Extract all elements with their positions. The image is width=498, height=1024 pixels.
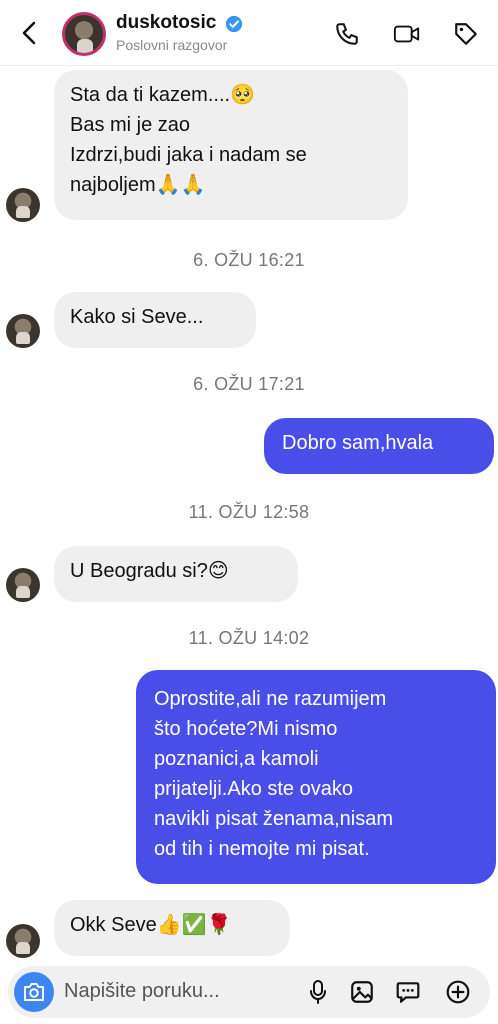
chevron-left-icon: [22, 21, 36, 45]
message-line: prijatelji.Ako ste ovako: [154, 778, 353, 800]
message-line: Sta da ti kazem....🥺: [70, 84, 255, 106]
message-line: Bas mi je zao: [70, 114, 191, 136]
message-timestamp: 6. OŽU 17:21: [193, 374, 305, 394]
plus-circle-icon: [446, 980, 470, 1004]
video-camera-icon: [393, 25, 420, 43]
tag-icon: [455, 23, 477, 45]
sender-avatar[interactable]: [6, 314, 40, 348]
chat-header: duskotosic Poslovni razgovor: [0, 0, 498, 66]
contact-subtitle: Poslovni razgovor: [116, 37, 228, 53]
microphone-icon: [310, 980, 326, 1004]
message-line: najboljem🙏🙏: [70, 174, 206, 196]
message-line: poznanici,a kamoli: [154, 748, 319, 770]
message-composer[interactable]: Napišite poruku...: [8, 966, 490, 1018]
voice-call-button[interactable]: [333, 20, 361, 48]
contact-info[interactable]: duskotosic Poslovni razgovor: [116, 12, 243, 53]
camera-icon: [24, 983, 44, 1001]
message-line: Okk Seve👍✅🌹: [70, 914, 232, 936]
back-button[interactable]: [16, 20, 42, 46]
video-call-button[interactable]: [393, 20, 421, 48]
message-input[interactable]: Napišite poruku...: [64, 980, 220, 1003]
sender-avatar[interactable]: [6, 924, 40, 958]
message-line: Oprostite,ali ne razumijem: [154, 688, 387, 710]
message-line: Kako si Seve...: [70, 306, 204, 328]
chat-bubble-icon: [396, 982, 420, 1003]
message-timestamp: 6. OŽU 16:21: [193, 250, 305, 270]
message-line: U Beogradu si?😊: [70, 560, 229, 582]
message-line: što hoćete?Mi nismo: [154, 718, 338, 740]
sticker-button[interactable]: [394, 978, 422, 1006]
verified-badge-icon: [225, 15, 242, 32]
gallery-button[interactable]: [348, 978, 376, 1006]
message-line: Dobro sam,hvala: [282, 432, 434, 454]
image-icon: [351, 981, 373, 1003]
more-options-button[interactable]: [444, 978, 472, 1006]
message-bubble-outgoing[interactable]: Dobro sam,hvala: [264, 418, 494, 474]
sender-avatar[interactable]: [6, 188, 40, 222]
message-bubble-outgoing[interactable]: Oprostite,ali ne razumijem što hoćete?Mi…: [136, 670, 496, 884]
message-timestamp: 11. OŽU 12:58: [188, 502, 310, 522]
camera-button[interactable]: [14, 972, 54, 1012]
message-timestamp: 11. OŽU 14:02: [188, 628, 310, 648]
sender-avatar[interactable]: [6, 568, 40, 602]
message-bubble-incoming[interactable]: Okk Seve👍✅🌹: [54, 900, 290, 956]
voice-message-button[interactable]: [304, 978, 332, 1006]
contact-username: duskotosic: [116, 12, 217, 33]
message-bubble-incoming[interactable]: Sta da ti kazem....🥺 Bas mi je zao Izdrz…: [54, 70, 408, 220]
message-bubble-incoming[interactable]: Kako si Seve...: [54, 292, 256, 348]
message-line: Izdrzi,budi jaka i nadam se: [70, 144, 307, 166]
contact-avatar[interactable]: [62, 12, 106, 56]
message-line: navikli pisat ženama,nisam: [154, 808, 393, 830]
tag-button[interactable]: [452, 20, 480, 48]
phone-icon: [336, 23, 358, 45]
message-line: od tih i nemojte mi pisat.: [154, 838, 370, 860]
message-bubble-incoming[interactable]: U Beogradu si?😊: [54, 546, 298, 602]
